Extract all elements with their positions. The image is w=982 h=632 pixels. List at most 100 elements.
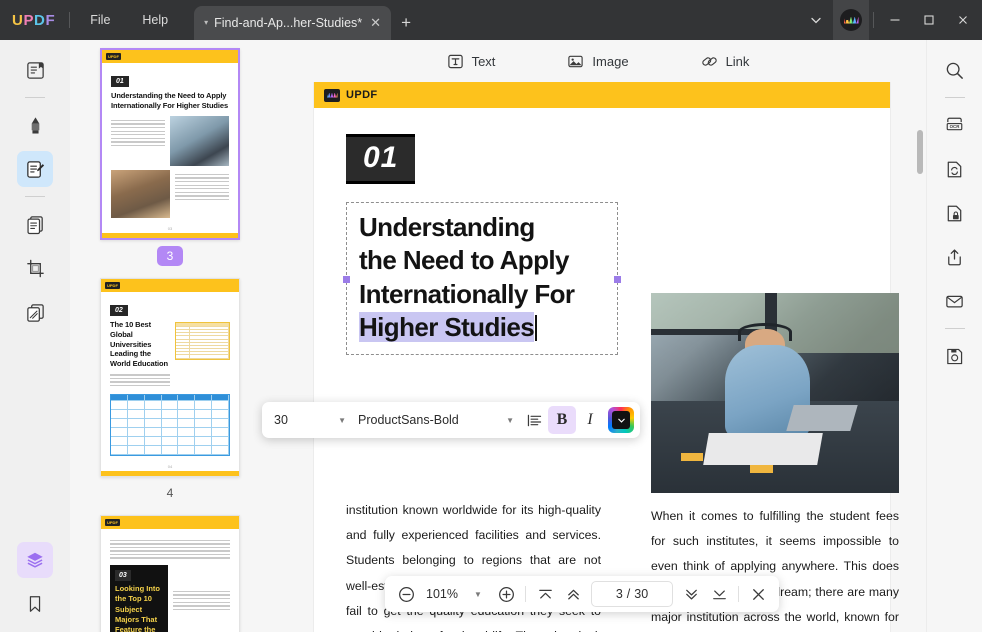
thumb-title: Looking Into the Top 10 Subject Majors T… <box>115 584 163 632</box>
text-icon <box>447 53 464 70</box>
chevron-down-icon[interactable]: ▾ <box>204 19 208 27</box>
chevron-down-icon[interactable]: ▼ <box>506 416 514 425</box>
previous-page-button[interactable] <box>559 580 587 608</box>
total-pages-value: 30 <box>634 587 648 601</box>
zoom-out-button[interactable] <box>392 580 420 608</box>
scrollbar-thumb[interactable] <box>917 130 923 174</box>
thumb-yellow-table <box>175 320 230 389</box>
sidebar-item-comment[interactable] <box>17 107 53 143</box>
titlebar-divider <box>69 12 70 28</box>
link-tool-button[interactable]: Link <box>692 48 759 75</box>
window-controls <box>799 0 982 40</box>
thumb-page-footer: 03 <box>102 223 238 233</box>
sidebar-item-bookmarks[interactable] <box>17 586 53 622</box>
resize-handle-right[interactable] <box>614 276 621 283</box>
align-left-button[interactable] <box>520 406 548 434</box>
account-avatar-button[interactable] <box>833 0 869 40</box>
previous-page-icon <box>564 585 583 604</box>
text-tool-button[interactable]: Text <box>438 48 505 75</box>
resize-handle-left[interactable] <box>343 276 350 283</box>
close-window-icon[interactable] <box>946 0 980 40</box>
document-viewport[interactable]: UPDF 01 Understanding the Need to Apply … <box>270 82 926 632</box>
first-page-button[interactable] <box>531 580 559 608</box>
current-page-value: 3 <box>616 587 623 601</box>
sidebar-item-layers[interactable] <box>17 542 53 578</box>
font-family-dropdown[interactable]: ProductSans-Bold ▼ <box>352 407 520 433</box>
selected-text: Higher Studies <box>359 312 534 342</box>
zoom-in-icon <box>497 585 516 604</box>
sidebar-item-edit-pdf[interactable] <box>17 151 53 187</box>
zoombar-divider-2 <box>738 586 739 602</box>
thumb-photo-bottom <box>111 170 170 218</box>
email-button[interactable] <box>937 283 973 319</box>
document-tab[interactable]: ▾ Find-and-Ap...her-Studies* ✕ <box>194 6 391 40</box>
image-tool-button[interactable]: Image <box>558 48 637 75</box>
text-tool-label: Text <box>472 54 496 69</box>
save-button[interactable] <box>937 338 973 374</box>
text-edit-box[interactable]: Understanding the Need to Apply Internat… <box>346 202 618 355</box>
chevron-down-icon[interactable]: ▼ <box>338 416 346 425</box>
body-paragraph-right: When it comes to fulfilling the student … <box>651 504 899 632</box>
search-button[interactable] <box>937 52 973 88</box>
minimize-window-icon[interactable] <box>878 0 912 40</box>
sidebar-item-crop[interactable] <box>17 250 53 286</box>
thumb-header-band: UPDF <box>101 279 239 292</box>
last-page-button[interactable] <box>705 580 733 608</box>
share-button[interactable] <box>937 239 973 275</box>
heading-line-2: the Need to Apply <box>359 244 607 277</box>
thumb-title: The 10 Best Global Universities Leading … <box>110 320 170 369</box>
zoom-in-button[interactable] <box>492 580 520 608</box>
rail-divider-1 <box>25 97 45 98</box>
sidebar-item-reader[interactable] <box>17 52 53 88</box>
protect-button[interactable] <box>937 195 973 231</box>
document-scrollbar[interactable] <box>914 82 926 632</box>
page-header-band: UPDF <box>314 82 890 108</box>
titlebar-chevron-down-icon[interactable] <box>799 0 833 40</box>
thumb-brand-label: UPDF <box>105 519 120 526</box>
thumbnail-page-5[interactable]: UPDF 03 Looking Into the Top 10 Subject … <box>100 515 240 632</box>
heading-line-4-selected: Higher Studies <box>359 311 607 344</box>
next-page-button[interactable] <box>677 580 705 608</box>
italic-button[interactable]: I <box>576 406 604 434</box>
close-tab-icon[interactable]: ✕ <box>368 15 383 31</box>
logo-letter-u: U <box>12 12 23 29</box>
title-bar: U P D F File Help ▾ Find-and-Ap...her-St… <box>0 0 982 40</box>
font-size-value: 30 <box>274 413 338 427</box>
font-size-dropdown[interactable]: 30 ▼ <box>268 407 352 433</box>
sidebar-item-organize-pages[interactable] <box>17 294 53 330</box>
close-toolbar-button[interactable] <box>744 580 772 608</box>
convert-button[interactable] <box>937 151 973 187</box>
thumbnail-page-3[interactable]: UPDF 01 Understanding the Need to Apply … <box>100 48 240 240</box>
tab-title: Find-and-Ap...her-Studies* <box>214 16 362 30</box>
avatar <box>840 9 862 31</box>
new-tab-button[interactable]: + <box>391 6 421 40</box>
help-menu[interactable]: Help <box>126 0 184 40</box>
logo-letter-f: F <box>45 12 55 29</box>
thumb-header-band: UPDF <box>102 50 238 63</box>
page-thumbnails-panel[interactable]: UPDF 01 Understanding the Need to Apply … <box>70 40 270 632</box>
right-tool-rail: OCR <box>926 40 982 632</box>
sidebar-item-page-tools[interactable] <box>17 206 53 242</box>
bold-button[interactable]: B <box>548 406 576 434</box>
image-icon <box>567 53 584 70</box>
link-icon <box>701 53 718 70</box>
zoom-out-icon <box>397 585 416 604</box>
file-menu[interactable]: File <box>74 0 126 40</box>
window-controls-divider <box>873 12 874 28</box>
left-tool-rail <box>0 40 70 632</box>
ocr-button[interactable]: OCR <box>937 107 973 143</box>
zoom-level-value[interactable]: 101% <box>420 587 464 601</box>
zoom-level-dropdown[interactable]: ▼ <box>464 580 492 608</box>
rail-divider-2 <box>25 196 45 197</box>
last-page-icon <box>710 585 729 604</box>
chevron-down-icon: ▼ <box>474 590 482 599</box>
thumb-section-badge: 02 <box>110 305 128 316</box>
text-color-picker-button[interactable] <box>608 407 634 433</box>
page-number-input[interactable]: 3 / 30 <box>591 581 673 607</box>
font-family-value: ProductSans-Bold <box>358 413 506 427</box>
thumbnail-page-4[interactable]: UPDF 02 The 10 Best Global Universities … <box>100 278 240 477</box>
right-rail-divider-2 <box>945 328 965 329</box>
maximize-window-icon[interactable] <box>912 0 946 40</box>
document-photo[interactable] <box>651 293 899 493</box>
page-separator: / <box>627 587 630 601</box>
